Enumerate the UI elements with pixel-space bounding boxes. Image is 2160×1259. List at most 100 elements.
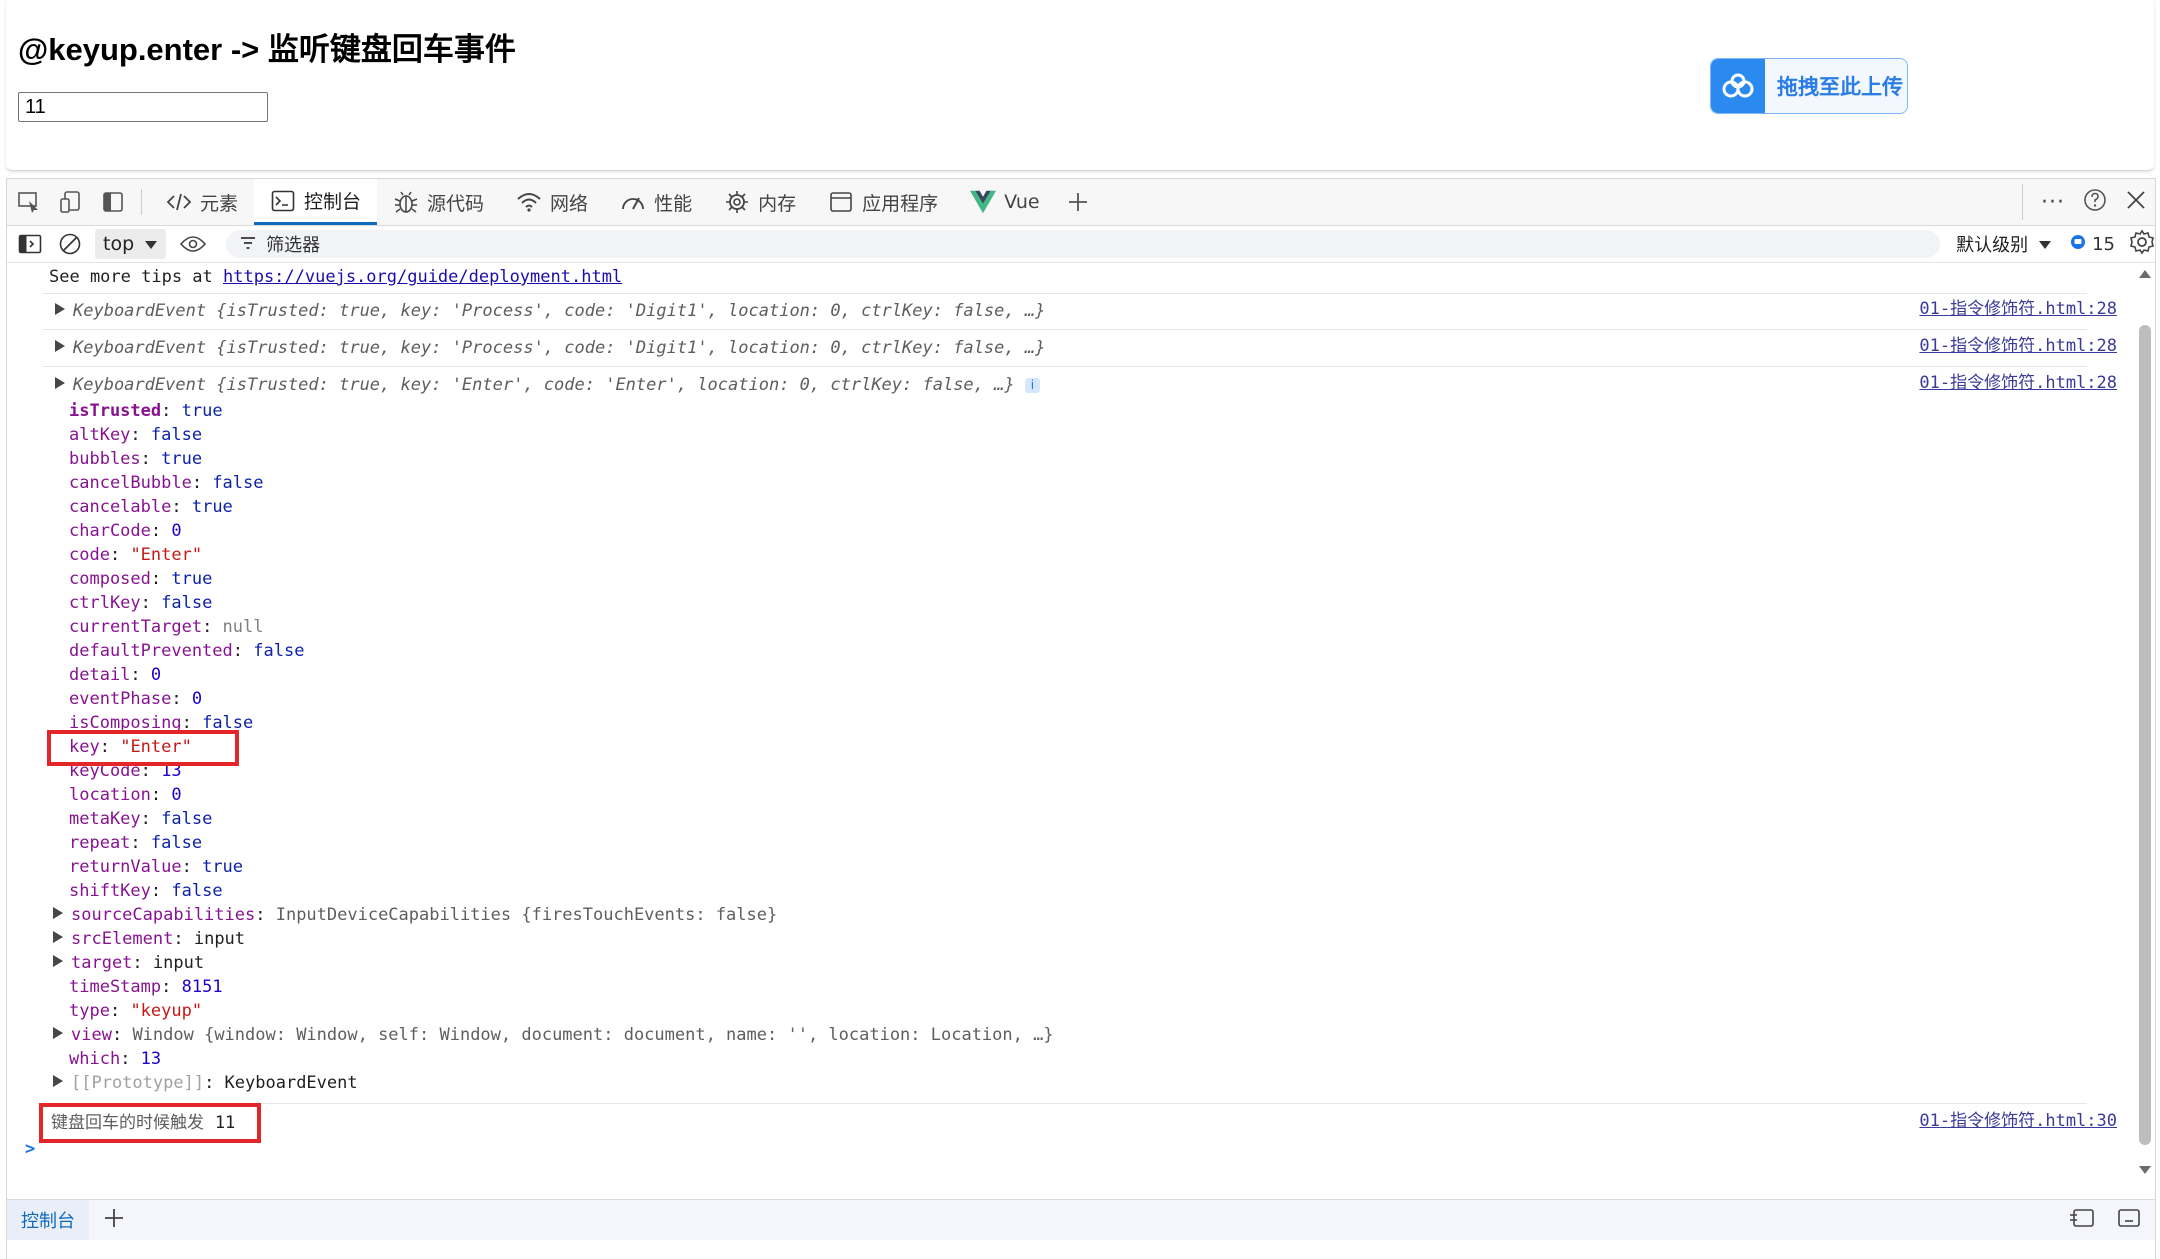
property-name: target	[71, 953, 133, 973]
property-value: "keyup"	[130, 1001, 203, 1021]
add-tab-icon[interactable]	[1058, 182, 1098, 222]
close-drawer-icon[interactable]	[2117, 1207, 2141, 1233]
event-property-row: code: "Enter"	[69, 545, 203, 565]
console-prompt[interactable]: >	[25, 1137, 2105, 1161]
property-value: input	[152, 953, 205, 973]
property-name: ctrlKey	[69, 593, 141, 613]
property-value: false	[150, 425, 203, 445]
console-tip-line: See more tips at https://vuejs.org/guide…	[49, 265, 2129, 289]
upload-drop-button[interactable]: 拖拽至此上传	[1710, 58, 1908, 114]
property-name: altKey	[69, 425, 131, 445]
inspect-element-icon[interactable]	[9, 182, 49, 222]
event-property-row: metaKey: false	[69, 809, 213, 829]
tab-label: 控制台	[304, 191, 362, 213]
tab-console[interactable]: 控制台	[254, 179, 378, 225]
message-count: 15	[2092, 233, 2115, 255]
event-property-row: type: "keyup"	[69, 1001, 203, 1021]
property-name: returnValue	[69, 857, 182, 877]
chip-icon	[724, 189, 750, 215]
event-property-row[interactable]: [[Prototype]]: KeyboardEvent	[53, 1071, 358, 1095]
source-link[interactable]: 01-指令修饰符.html:28	[1919, 297, 2117, 321]
property-value: false	[150, 833, 203, 853]
context-selector[interactable]: top	[95, 229, 167, 259]
console-scrollbar[interactable]	[2133, 263, 2155, 1183]
sidebar-toggle-icon[interactable]	[13, 227, 47, 261]
tab-label: 应用程序	[862, 192, 939, 215]
tab-network[interactable]: 网络	[500, 179, 604, 225]
event-property-row[interactable]: srcElement: input	[53, 927, 245, 951]
property-value: 0	[191, 689, 203, 709]
event-property-row: bubbles: true	[69, 449, 203, 469]
add-drawer-tab-icon[interactable]	[103, 1207, 125, 1233]
tab-application[interactable]: 应用程序	[812, 179, 954, 225]
vue-icon	[970, 189, 997, 215]
live-expression-eye-icon[interactable]	[176, 227, 210, 261]
tab-performance[interactable]: 性能	[604, 179, 708, 225]
property-name: isTrusted	[69, 401, 162, 421]
event-property-row: charCode: 0	[69, 521, 182, 541]
event-summary: KeyboardEvent {isTrusted: true, key: 'Pr…	[73, 301, 1046, 321]
event-property-row[interactable]: target: input	[53, 951, 204, 975]
event-property-row: shiftKey: false	[69, 881, 223, 901]
event-summary: KeyboardEvent {isTrusted: true, key: 'En…	[73, 375, 1015, 395]
tab-label: 内存	[758, 192, 797, 215]
tip-link[interactable]: https://vuejs.org/guide/deployment.html	[223, 267, 622, 287]
tab-label: 性能	[654, 192, 693, 215]
filter-input[interactable]: 筛选器	[226, 230, 1941, 258]
console-log-row-expanded[interactable]: KeyboardEvent {isTrusted: true, key: 'En…	[55, 373, 2135, 397]
property-value: false	[212, 473, 264, 493]
source-link[interactable]: 01-指令修饰符.html:30	[1919, 1109, 2117, 1133]
property-name: location	[69, 785, 151, 805]
help-icon[interactable]	[2083, 188, 2107, 216]
console-log-row[interactable]: KeyboardEvent {isTrusted: true, key: 'Pr…	[55, 336, 2135, 360]
property-value: KeyboardEvent	[224, 1073, 358, 1093]
source-link[interactable]: 01-指令修饰符.html:28	[1919, 371, 2117, 395]
settings-gear-icon[interactable]	[2129, 229, 2155, 259]
property-value: false	[161, 809, 213, 829]
clear-console-icon[interactable]	[53, 227, 87, 261]
property-name: type	[69, 1001, 110, 1021]
wifi-icon	[516, 189, 542, 215]
chevron-down-icon	[144, 233, 158, 255]
console-log-row[interactable]: KeyboardEvent {isTrusted: true, key: 'Pr…	[55, 299, 2135, 323]
expand-triangle-icon[interactable]	[53, 1027, 63, 1039]
message-count-badge[interactable]: 15	[2070, 234, 2115, 255]
more-options-icon[interactable]: ···	[2041, 190, 2065, 215]
tab-elements[interactable]: 元素	[150, 179, 254, 225]
property-value: true	[202, 857, 244, 877]
expand-triangle-icon[interactable]	[53, 907, 63, 919]
close-icon[interactable]	[2125, 189, 2147, 215]
expand-triangle-icon[interactable]	[53, 1075, 63, 1087]
event-property-row[interactable]: view: Window {window: Window, self: Wind…	[53, 1023, 1054, 1047]
property-name: srcElement	[71, 929, 174, 949]
tab-label: Vue	[1004, 191, 1040, 213]
drawer-tab-console[interactable]: 控制台	[7, 1200, 89, 1240]
property-name: detail	[69, 665, 131, 685]
event-property-row[interactable]: sourceCapabilities: InputDeviceCapabilit…	[53, 903, 777, 927]
source-link[interactable]: 01-指令修饰符.html:28	[1919, 334, 2117, 358]
property-value: null	[222, 617, 264, 637]
property-value: false	[161, 593, 213, 613]
dock-side-icon[interactable]	[93, 182, 133, 222]
property-value: true	[161, 449, 203, 469]
tab-sources[interactable]: 源代码	[377, 179, 500, 225]
property-name: bubbles	[69, 449, 141, 469]
property-value: false	[253, 641, 305, 661]
tab-vue[interactable]: Vue	[954, 179, 1055, 225]
expand-triangle-icon[interactable]	[53, 955, 63, 967]
text-input[interactable]	[18, 92, 268, 122]
message-icon	[2070, 234, 2086, 255]
context-label: top	[103, 233, 135, 255]
event-property-row: repeat: false	[69, 833, 203, 853]
expand-triangle-icon[interactable]	[53, 931, 63, 943]
device-emulation-icon[interactable]	[51, 182, 91, 222]
log-levels-dropdown[interactable]: 默认级别	[1956, 231, 2052, 257]
property-name: metaKey	[69, 809, 141, 829]
scroll-thumb[interactable]	[2139, 325, 2151, 1145]
dock-drawer-icon[interactable]	[2069, 1207, 2095, 1233]
event-property-row: detail: 0	[69, 665, 162, 685]
bug-icon	[393, 189, 419, 215]
tab-memory[interactable]: 内存	[708, 179, 812, 225]
info-icon: i	[1024, 378, 1040, 393]
app-icon	[828, 189, 854, 215]
